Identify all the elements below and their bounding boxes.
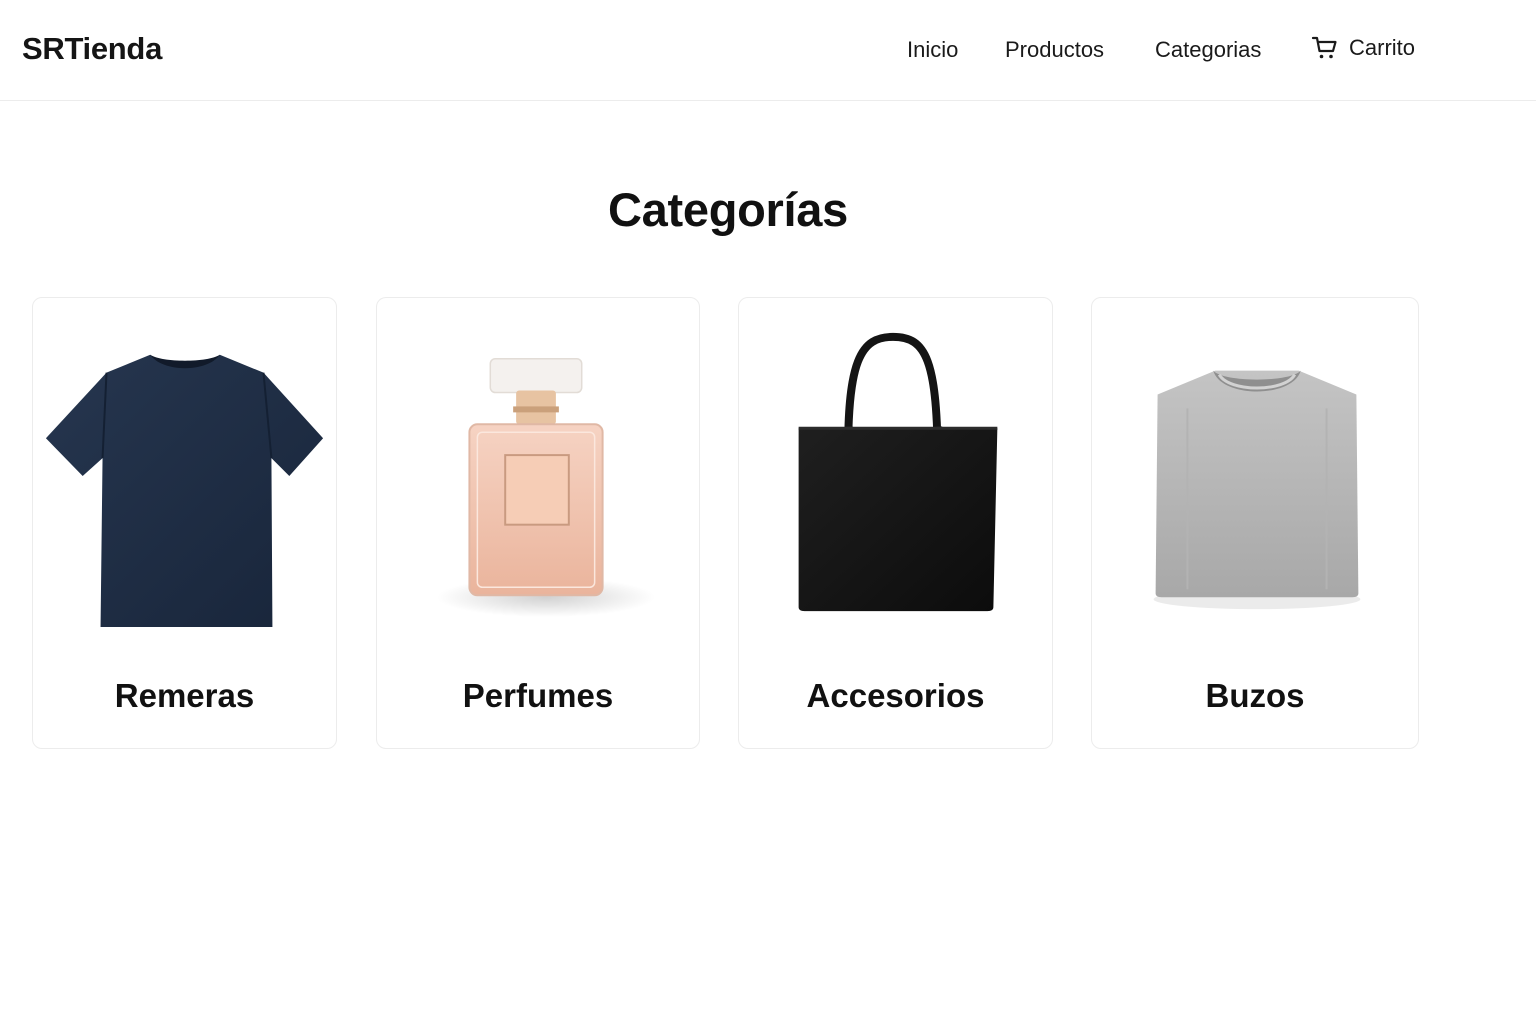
perfume-bottle-image xyxy=(436,357,656,618)
nav-link-productos[interactable]: Productos xyxy=(1005,36,1104,64)
category-label: Perfumes xyxy=(462,677,614,714)
nav-link-inicio[interactable]: Inicio xyxy=(907,36,958,64)
cart-icon xyxy=(1311,36,1337,59)
category-card-accesorios[interactable]: Accesorios xyxy=(738,297,1053,749)
tote-bag-image xyxy=(798,332,998,612)
category-label: Buzos xyxy=(1205,677,1305,714)
top-navbar: SRTienda Inicio Productos Categorias Car… xyxy=(0,0,1536,101)
sweatshirt-image xyxy=(1153,370,1361,610)
page-title: Categorías xyxy=(608,183,848,236)
nav-cart-label: Carrito xyxy=(1349,35,1416,60)
brand-logo[interactable]: SRTienda xyxy=(22,30,162,68)
tshirt-image xyxy=(45,354,324,627)
nav-link-categorias[interactable]: Categorias xyxy=(1155,36,1261,64)
nav-link-carrito[interactable]: Carrito xyxy=(1311,34,1415,62)
category-label: Accesorios xyxy=(806,677,985,714)
category-card-buzos[interactable]: Buzos xyxy=(1091,297,1419,749)
category-card-remeras[interactable]: Remeras xyxy=(32,297,337,749)
category-card-perfumes[interactable]: Perfumes xyxy=(376,297,700,749)
category-label: Remeras xyxy=(114,677,255,714)
